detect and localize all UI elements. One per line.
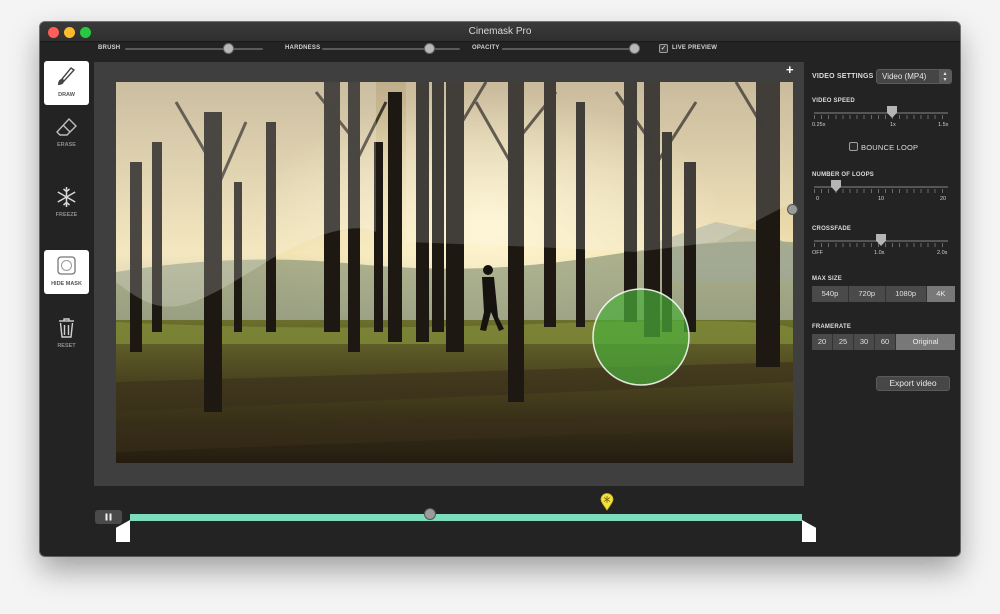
freeze-tool-button[interactable]: FREEZE [44, 181, 89, 225]
brush-label: BRUSH [98, 45, 121, 51]
video-speed-label: VIDEO SPEED [812, 98, 855, 104]
format-select[interactable]: Video (MP4) ▴ ▾ [876, 69, 952, 84]
app-window: Cinemask Pro BRUSH HARDNESS OPACITY ✓ LI… [40, 22, 960, 556]
max-size-540p[interactable]: 540p [812, 286, 849, 302]
video-speed-max: 1.5x [938, 122, 949, 128]
opacity-slider[interactable] [502, 48, 640, 50]
video-preview-canvas[interactable] [116, 82, 793, 463]
framerate-segmented: 20 25 30 60 Original [812, 334, 955, 350]
max-size-1080p[interactable]: 1080p [885, 286, 927, 302]
bounce-loop-label: BOUNCE LOOP [861, 143, 919, 152]
eraser-icon [44, 116, 89, 138]
loops-max: 20 [940, 196, 947, 202]
pause-button[interactable] [95, 510, 122, 524]
hide-mask-icon [44, 255, 89, 277]
live-preview-label: LIVE PREVIEW [672, 45, 718, 51]
pause-icon [105, 513, 112, 521]
erase-tool-button[interactable]: ERASE [44, 111, 89, 155]
canvas-resize-knob[interactable] [787, 204, 798, 215]
export-video-button[interactable]: Export video [876, 376, 950, 391]
window-title: Cinemask Pro [468, 26, 532, 37]
draw-tool-label: DRAW [58, 92, 75, 98]
brush-size-knob[interactable] [223, 43, 234, 54]
timeline-end-handle[interactable] [802, 520, 816, 542]
settings-panel: VIDEO SETTINGS Video (MP4) ▴ ▾ VIDEO SPEE… [810, 62, 960, 502]
reset-tool-label: RESET [57, 343, 76, 349]
opacity-label: OPACITY [472, 45, 500, 51]
max-size-label: MAX SIZE [812, 276, 842, 282]
freeze-frame-marker-icon[interactable] [600, 493, 614, 511]
format-value: Video (MP4) [882, 72, 927, 81]
video-speed-mid: 1x [890, 122, 896, 128]
erase-tool-label: ERASE [57, 142, 76, 148]
bounce-loop-checkbox[interactable] [849, 142, 858, 151]
framerate-label: FRAMERATE [812, 324, 852, 330]
framerate-30[interactable]: 30 [854, 334, 875, 350]
live-preview-checkbox[interactable]: ✓ [659, 44, 668, 53]
loops-mid: 10 [878, 196, 885, 202]
snowflake-icon [44, 186, 89, 208]
video-speed-ticks [814, 115, 948, 119]
add-mask-plus-icon[interactable]: + [786, 62, 794, 77]
crossfade-mid: 1.0s [874, 250, 885, 256]
freeze-tool-label: FREEZE [55, 212, 78, 218]
framerate-60[interactable]: 60 [875, 334, 896, 350]
brush-icon [44, 66, 89, 88]
title-bar: Cinemask Pro [40, 22, 960, 42]
video-speed-min: 0.25x [812, 122, 826, 128]
timeline-track[interactable] [130, 514, 802, 521]
playhead-knob[interactable] [424, 508, 436, 520]
hardness-knob[interactable] [424, 43, 435, 54]
hardness-slider[interactable] [322, 48, 460, 50]
max-size-4k[interactable]: 4K [926, 286, 955, 302]
loops-label: NUMBER OF LOOPS [812, 172, 875, 178]
brush-toolbar: BRUSH HARDNESS OPACITY ✓ LIVE PREVIEW [40, 42, 960, 56]
framerate-25[interactable]: 25 [833, 334, 854, 350]
crossfade-max: 2.0s [937, 250, 948, 256]
hide-mask-label: HIDE MASK [51, 281, 82, 287]
hardness-label: HARDNESS [285, 45, 321, 51]
loops-min: 0 [816, 196, 820, 202]
max-size-segmented: 540p 720p 1080p 4K [812, 286, 955, 302]
draw-tool-button[interactable]: DRAW [44, 61, 89, 105]
framerate-20[interactable]: 20 [812, 334, 833, 350]
opacity-knob[interactable] [629, 43, 640, 54]
trash-icon [44, 317, 89, 339]
crossfade-min: OFF [812, 250, 823, 256]
framerate-original[interactable]: Original [896, 334, 955, 350]
select-arrows-icon: ▴ ▾ [939, 70, 951, 83]
max-size-720p[interactable]: 720p [848, 286, 886, 302]
video-settings-label: VIDEO SETTINGS [812, 73, 874, 80]
brush-size-slider[interactable] [125, 48, 263, 50]
crossfade-label: CROSSFADE [812, 226, 852, 232]
reset-tool-button[interactable]: RESET [44, 312, 89, 356]
hide-mask-button[interactable]: HIDE MASK [44, 250, 89, 294]
video-speed-slider[interactable] [814, 112, 948, 114]
tool-sidebar: DRAW ERASE FREEZE HIDE MASK RESET [40, 56, 94, 496]
